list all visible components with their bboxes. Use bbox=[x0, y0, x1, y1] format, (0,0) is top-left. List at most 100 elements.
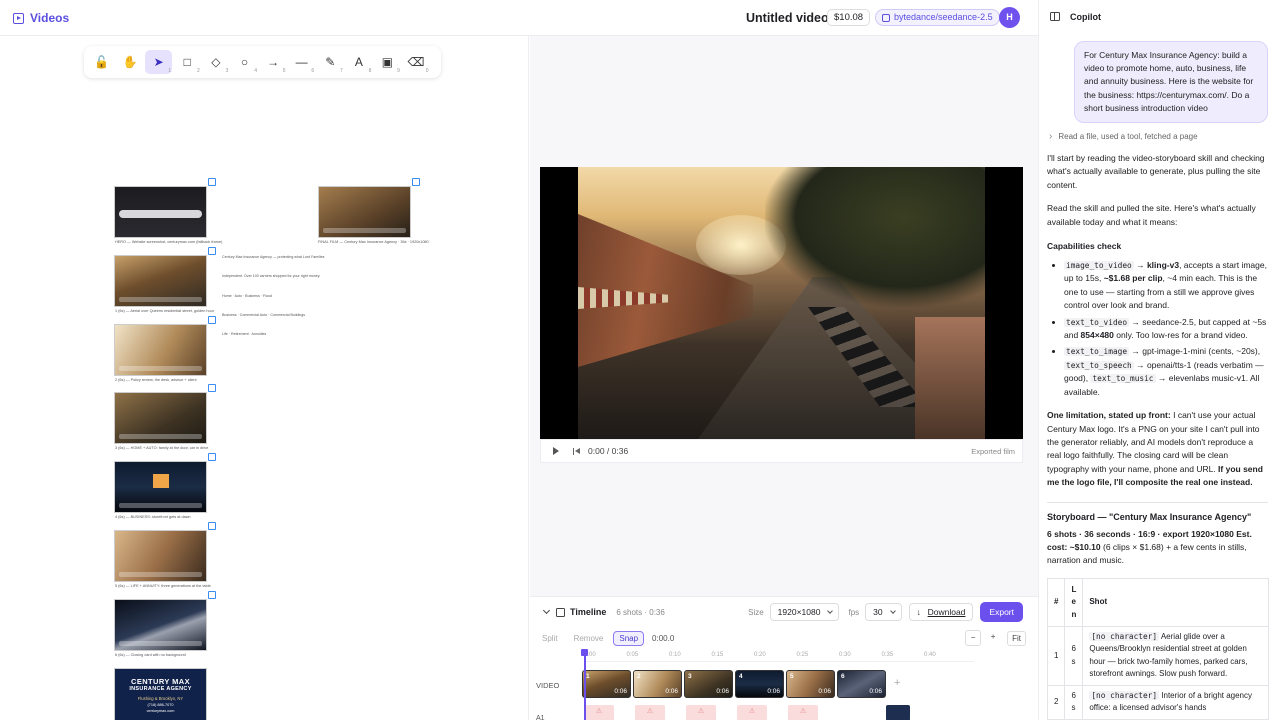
size-select[interactable]: 1920×1080 bbox=[769, 603, 840, 621]
pencil-tool[interactable]: ✎ 7 bbox=[317, 50, 344, 74]
timeline-clip[interactable]: 3 0:06 bbox=[684, 670, 733, 698]
open-external-icon[interactable] bbox=[208, 453, 216, 461]
timeline-clip[interactable]: 4 0:06 bbox=[735, 670, 784, 698]
lock-icon: 🔓 bbox=[94, 55, 109, 69]
export-button[interactable]: Export bbox=[980, 602, 1023, 622]
fps-select[interactable]: 30 bbox=[865, 603, 902, 621]
clip-number: 1 bbox=[586, 673, 590, 680]
time-ruler[interactable]: 0:00 0:05 0:10 0:15 0:20 0:25 0:30 0:35 0:40 bbox=[584, 650, 974, 662]
diamond-icon: ◇ bbox=[211, 55, 221, 69]
arrow-tool[interactable]: → 5 bbox=[260, 50, 287, 74]
video-frame bbox=[578, 167, 985, 439]
audio-track-label: A1 bbox=[536, 715, 545, 720]
zoom-out-button[interactable]: − bbox=[965, 630, 982, 646]
storyboard-heading: Storyboard — "Century Max Insurance Agen… bbox=[1047, 511, 1252, 522]
ruler-tick: 0:40 bbox=[924, 652, 936, 658]
ruler-tick: 0:10 bbox=[669, 652, 681, 658]
panel-toggle-icon[interactable] bbox=[1050, 12, 1060, 21]
play-icon[interactable] bbox=[553, 447, 559, 455]
eraser-icon: ⌫ bbox=[407, 55, 425, 69]
shot-5-thumbnail[interactable] bbox=[114, 522, 216, 582]
ruler-tick: 0:05 bbox=[626, 652, 639, 658]
fit-button[interactable]: Fit bbox=[1007, 630, 1026, 646]
remove-button[interactable]: Remove bbox=[574, 634, 604, 643]
lock-tool[interactable]: 🔓 bbox=[88, 50, 115, 74]
clip-number: 6 bbox=[841, 673, 845, 680]
clip-duration: 0:06 bbox=[767, 688, 780, 695]
size-label: Size bbox=[748, 607, 764, 617]
table-header-row: # Len Shot bbox=[1046, 577, 1269, 627]
tool-usage-disclosure[interactable]: Read a file, used a tool, fetched a page bbox=[1049, 131, 1280, 142]
shot-2-thumbnail[interactable] bbox=[114, 316, 216, 376]
pointer-tool[interactable]: ➤ 1 bbox=[145, 50, 173, 74]
storyboard-canvas[interactable]: 🔓 ✋ ➤ 1 □ 2 ◇ 3 ○ 4 → 5—6 ✎ 7 A 8 ▣ 9 ⌫ 0 HERO — Website sc… bbox=[0, 36, 529, 720]
open-external-icon[interactable] bbox=[208, 522, 216, 530]
timeline-clip[interactable]: 6 0:06 bbox=[837, 670, 886, 698]
shot-4-thumbnail[interactable] bbox=[114, 453, 216, 513]
video-player[interactable] bbox=[540, 167, 1023, 439]
text-icon: A bbox=[354, 55, 363, 69]
rectangle-tool[interactable]: □ 2 bbox=[174, 50, 201, 74]
capabilities-heading: Capabilities check bbox=[1047, 241, 1122, 252]
final-film-thumbnail[interactable] bbox=[318, 178, 420, 238]
model-selector[interactable]: bytedance/seedance-2.5 bbox=[875, 9, 1000, 26]
circle-tool[interactable]: ○ 4 bbox=[231, 50, 258, 74]
open-external-icon[interactable] bbox=[208, 384, 216, 392]
audio-warning-segment[interactable]: ⚠ bbox=[584, 705, 614, 720]
open-external-icon[interactable] bbox=[208, 178, 216, 186]
skip-back-icon[interactable] bbox=[573, 447, 580, 455]
timeline-clip[interactable]: 1 0:06 bbox=[582, 670, 631, 698]
hand-icon: ✋ bbox=[122, 55, 138, 69]
playhead[interactable] bbox=[581, 649, 587, 720]
snap-toggle[interactable]: Snap bbox=[613, 630, 645, 646]
brand-label: Videos bbox=[30, 11, 70, 25]
open-external-icon[interactable] bbox=[208, 247, 216, 255]
text-tool[interactable]: A8 bbox=[345, 50, 372, 74]
film-icon bbox=[556, 607, 565, 617]
open-external-icon[interactable] bbox=[208, 591, 216, 599]
videos-nav-link[interactable]: Videos bbox=[13, 11, 69, 25]
add-clip-button[interactable]: + bbox=[894, 677, 900, 689]
split-button[interactable]: Split bbox=[542, 634, 558, 643]
audio-warning-segment[interactable]: ⚠ bbox=[635, 705, 665, 720]
card-phone: (718) 886-7070 bbox=[147, 703, 174, 707]
shot-1-thumbnail[interactable] bbox=[114, 247, 216, 307]
timeline-panel: Timeline 6 shots · 0:36 Size 1920×1080 f… bbox=[530, 596, 1038, 720]
audio-warning-segment[interactable]: ⚠ bbox=[788, 705, 818, 720]
shot-3-thumbnail[interactable] bbox=[114, 384, 216, 444]
hero-frame-thumbnail[interactable] bbox=[114, 178, 216, 238]
assistant-paragraph: I'll start by reading the video-storyboa… bbox=[1047, 153, 1265, 190]
canvas-note: Independent. Over 100 carriers shopped f… bbox=[222, 274, 321, 278]
circle-icon: ○ bbox=[240, 55, 249, 69]
timeline-clip[interactable]: 2 0:06 bbox=[633, 670, 682, 698]
audio-segment[interactable] bbox=[886, 705, 910, 720]
closing-card-thumbnail[interactable]: CENTURY MAX INSURANCE AGENCY Flushing & … bbox=[114, 668, 207, 720]
zoom-in-button[interactable]: + bbox=[985, 630, 1001, 646]
clip-duration: 0:06 bbox=[614, 688, 627, 695]
table-row: 2 6s [no character] Interior of a bright a… bbox=[1046, 684, 1269, 720]
audio-track: ⚠ ⚠ ⚠ ⚠ ⚠ bbox=[582, 705, 910, 720]
hand-tool[interactable]: ✋ bbox=[117, 50, 144, 74]
open-external-icon[interactable] bbox=[208, 316, 216, 324]
download-button[interactable]: Download bbox=[908, 603, 974, 621]
eraser-tool[interactable]: ⌫ 0 bbox=[403, 50, 430, 74]
timeline-clip[interactable]: 5 0:06 bbox=[786, 670, 835, 698]
avatar[interactable]: H bbox=[999, 7, 1020, 28]
video-track: 1 0:06 2 0:06 3 0:06 4 0:06 5 0:06 6 0:06 bbox=[582, 670, 886, 698]
canvas-note: Century Max Insurance Agency — protectin… bbox=[222, 255, 325, 259]
card-location: Flushing & Brooklyn, NY bbox=[137, 696, 184, 701]
image-tool[interactable]: ▣ 9 bbox=[374, 50, 401, 74]
storyboard-meta: 6 shots · 36 seconds · 16:9 · export 192… bbox=[1047, 528, 1252, 566]
open-external-icon[interactable] bbox=[412, 178, 420, 186]
diamond-tool[interactable]: ◇ 3 bbox=[202, 50, 229, 74]
player-time: 0:00 / 0:36 bbox=[588, 446, 629, 456]
audio-warning-segment[interactable]: ⚠ bbox=[686, 705, 716, 720]
drawing-toolbar: 🔓 ✋ ➤ 1 □ 2 ◇ 3 ○ 4 → 5—6 ✎ 7 A 8 ▣ 9 ⌫ 0 bbox=[84, 46, 441, 78]
line-tool[interactable]: —6 bbox=[288, 50, 315, 74]
collapse-chevron-icon[interactable] bbox=[542, 606, 551, 615]
shot-6-thumbnail[interactable] bbox=[114, 591, 216, 651]
ruler-tick: 0:30 bbox=[839, 652, 851, 658]
video-title[interactable]: Untitled video bbox=[746, 11, 829, 25]
audio-warning-segment[interactable]: ⚠ bbox=[737, 705, 767, 720]
user-message: For Century Max Insurance Agency: build … bbox=[1074, 41, 1268, 124]
